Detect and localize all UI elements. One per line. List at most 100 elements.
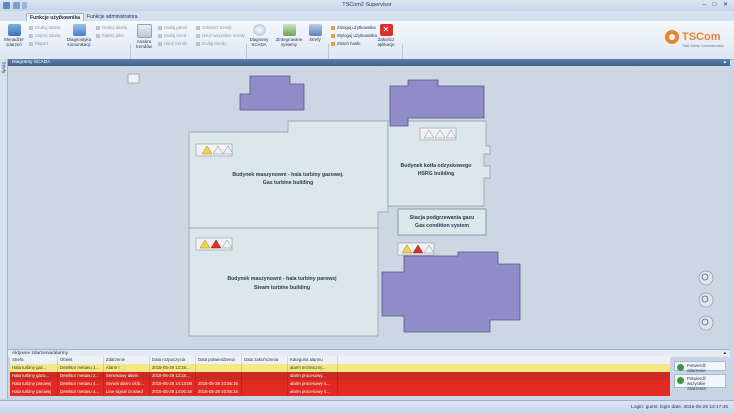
table-cell: Hala turbiny parowej bbox=[10, 388, 58, 396]
print-table-item[interactable]: Drukuj tabelę bbox=[29, 25, 60, 30]
zoom-out-button[interactable] bbox=[698, 292, 714, 308]
scada-diagrams-label: Diagramy SCADA bbox=[249, 37, 269, 47]
add-trends-label: Dodaj trendy bbox=[202, 41, 227, 46]
table-cell: Serwisowy alarm bbox=[104, 372, 150, 380]
logout-user-item[interactable]: Wyloguj użytkownika bbox=[331, 33, 377, 38]
confirm-all-events-label: Potwierdź wszystkie zdarzenia bbox=[687, 376, 706, 391]
column-header[interactable]: Zdarzenie bbox=[104, 356, 150, 364]
refresh-icon bbox=[196, 25, 200, 30]
steam-turbine-warning-icons[interactable] bbox=[195, 237, 233, 251]
trend-analysis-button[interactable]: Analiza trendów bbox=[133, 24, 155, 49]
login-user-item[interactable]: Zaloguj użytkownika bbox=[331, 25, 376, 30]
table-cell: Alarm I bbox=[104, 364, 150, 372]
minimize-button[interactable]: – bbox=[700, 1, 709, 9]
save-table-label: Zapisz tabelę bbox=[35, 33, 61, 38]
trend-analysis-label: Analiza trendów bbox=[136, 39, 152, 49]
report-item[interactable]: Raport bbox=[29, 41, 48, 46]
table-cell: 2015-05-28 10:55:16 bbox=[196, 388, 242, 396]
print-icon bbox=[96, 25, 100, 30]
tab-admin-functions[interactable]: Funkcje administratora bbox=[84, 13, 141, 21]
integrated-systems-button[interactable]: Zintegrowane systemy bbox=[274, 24, 304, 47]
trend-icon bbox=[158, 33, 162, 38]
table-cell: 2015-05-29 14:06:16 bbox=[150, 388, 196, 396]
report-icon bbox=[29, 41, 33, 46]
table-row[interactable]: Hala turbiny gazo... Detektor metanu 2...… bbox=[10, 372, 670, 380]
login-icon bbox=[331, 25, 335, 30]
add-icon bbox=[196, 41, 200, 46]
status-bar: Login: guest, login date: 2015-05-29 13:… bbox=[0, 400, 734, 414]
pin-icon[interactable]: ▴ bbox=[724, 59, 726, 66]
scada-diagram: Budynek maszynowni - hala turbiny gazowe… bbox=[8, 66, 730, 346]
change-password-item[interactable]: Zmień hasło bbox=[331, 41, 360, 46]
save-as-label: Zapisz jako bbox=[102, 33, 124, 38]
table-cell bbox=[242, 380, 288, 388]
confirm-event-label: Potwierdź zdarzenie bbox=[687, 363, 706, 373]
table-cell bbox=[242, 388, 288, 396]
gas-condition-building[interactable] bbox=[397, 208, 487, 236]
print-table-label: Drukuj tabelę bbox=[35, 25, 61, 30]
add-trend-item[interactable]: Dodaj trend bbox=[158, 33, 186, 38]
table-cell: Hala turbiny parowej bbox=[10, 380, 58, 388]
confirm-all-events-button[interactable]: Potwierdź wszystkie zdarzenia bbox=[674, 374, 726, 391]
table-cell bbox=[242, 372, 288, 380]
exit-icon: ✕ bbox=[379, 24, 393, 36]
column-header[interactable]: Data rozpoczęcia bbox=[150, 356, 196, 364]
gas-condition-label-pl: Stacja podgrzewania gazu bbox=[410, 215, 475, 221]
table-row[interactable]: Hala turbiny gaz... Detektor metanu 1... A… bbox=[10, 364, 670, 372]
save-icon bbox=[29, 33, 33, 38]
column-header[interactable]: Obiekt bbox=[58, 356, 104, 364]
tscom-logo: TSCom Total Safety Communication bbox=[662, 27, 728, 49]
zones-side-tab[interactable]: Strefy bbox=[0, 59, 8, 399]
table-row[interactable]: Hala turbiny parowej Detektor metanu 4...… bbox=[10, 380, 670, 388]
column-header[interactable]: Data zakończenia bbox=[242, 356, 288, 364]
map-toggle-icon[interactable] bbox=[127, 73, 140, 84]
save-as-item[interactable]: Zapisz jako bbox=[96, 33, 124, 38]
pin-icon[interactable]: ▴ bbox=[724, 350, 726, 357]
remove-all-trends-item[interactable]: Usuń wszystkie trendy bbox=[196, 33, 245, 38]
scada-diagrams-button[interactable]: Diagramy SCADA bbox=[248, 24, 270, 47]
table-cell: Detektor metanu 2... bbox=[58, 372, 104, 380]
add-trends-item[interactable]: Dodaj trendy bbox=[196, 41, 226, 46]
hrsg-label-pl: Budynek kotła odzyskowego bbox=[401, 163, 472, 169]
column-header[interactable]: Kategoria alarmu bbox=[288, 356, 338, 364]
steam-block-warning-icons[interactable] bbox=[397, 242, 435, 256]
gauge-icon bbox=[252, 24, 266, 36]
logo-subtitle: Total Safety Communication bbox=[682, 44, 724, 48]
hrsg-warning-icons[interactable] bbox=[419, 127, 457, 141]
table-cell: alarm procesowy 4... bbox=[288, 388, 338, 396]
zoom-in-button[interactable] bbox=[698, 270, 714, 286]
event-manager-button[interactable]: Menadżer zdarzeń bbox=[3, 24, 25, 47]
close-button[interactable]: ✕ bbox=[721, 1, 730, 9]
ribbon-tabs: Funkcje użytkownika Funkcje administrato… bbox=[0, 11, 734, 22]
zoom-fit-button[interactable] bbox=[698, 315, 714, 331]
gas-condition-label-en: Gas condition system bbox=[415, 223, 469, 229]
remove-all-icon bbox=[196, 33, 200, 38]
login-status: Login: guest, login date: 2015-05-29 13:… bbox=[631, 405, 728, 410]
print-table-item-2[interactable]: Drukuj tabelę bbox=[96, 25, 127, 30]
integrated-systems-label: Zintegrowane systemy bbox=[275, 37, 303, 47]
confirm-event-button[interactable]: Potwierdź zdarzenie bbox=[674, 361, 726, 373]
table-cell: Detektor metanu 4... bbox=[58, 388, 104, 396]
save-table-item[interactable]: Zapisz tabelę bbox=[29, 33, 61, 38]
add-panel-item[interactable]: Dodaj panel bbox=[158, 25, 187, 30]
zones-button[interactable]: Strefy bbox=[306, 24, 324, 42]
table-row[interactable]: Hala turbiny parowej Detektor metanu 4...… bbox=[10, 388, 670, 396]
refresh-trends-label: Odśwież trendy bbox=[202, 25, 232, 30]
remove-trends-label: Usuń trendy bbox=[164, 41, 188, 46]
remove-trends-item[interactable]: Usuń trendy bbox=[158, 41, 187, 46]
table-cell: Hala turbiny gazo... bbox=[10, 372, 58, 380]
login-user-label: Zaloguj użytkownika bbox=[337, 25, 376, 30]
comm-diagnostics-label: Diagnostyka komunikacji bbox=[66, 37, 92, 47]
column-header[interactable]: Strefa bbox=[10, 356, 58, 364]
gas-turbine-warning-icons[interactable] bbox=[195, 143, 234, 157]
column-header[interactable]: Data potwierdzenia bbox=[196, 356, 242, 364]
comm-diagnostics-button[interactable]: Diagnostyka komunikacji bbox=[64, 24, 94, 47]
table-cell: Detektor metanu 4... bbox=[58, 380, 104, 388]
side-tab-label: Strefy bbox=[1, 61, 7, 74]
print-icon bbox=[29, 25, 33, 30]
steam-turbine-label-pl: Budynek maszynowni - hala turbiny parowe… bbox=[227, 276, 337, 282]
exit-app-button[interactable]: ✕ Zakończ aplikacje bbox=[374, 24, 398, 47]
key-icon bbox=[331, 41, 335, 46]
maximize-button[interactable]: □ bbox=[710, 1, 719, 9]
refresh-trends-item[interactable]: Odśwież trendy bbox=[196, 25, 232, 30]
